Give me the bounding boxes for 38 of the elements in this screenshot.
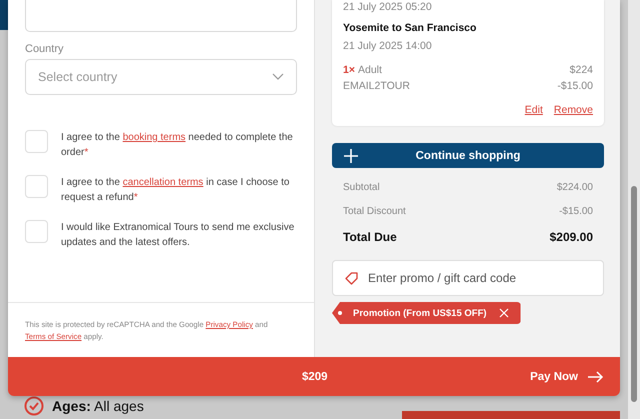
- checkbox[interactable]: [25, 220, 48, 243]
- total-value: $224.00: [556, 182, 593, 193]
- scrollbar-thumb[interactable]: [631, 186, 637, 402]
- close-icon[interactable]: [498, 308, 509, 318]
- tag-icon: [345, 272, 358, 284]
- line-amount: $224: [570, 64, 593, 76]
- chevron-down-icon: [272, 73, 284, 81]
- consent-text: I agree to the cancellation terms in case I choose to request a refund*: [61, 176, 290, 205]
- promotion-tag: Promotion (From US$15 OFF): [332, 302, 521, 324]
- item-title: Yosemite to San Francisco: [343, 22, 478, 34]
- line-label: 1× Adult: [343, 64, 382, 76]
- total-value: -$15.00: [559, 206, 593, 217]
- consent-text: I would like Extranomical Tours to send me exclusive updates and the latest offers.: [61, 221, 296, 250]
- terms-link[interactable]: booking terms: [122, 132, 186, 143]
- line-label: EMAIL2TOUR: [343, 80, 410, 92]
- scrollbar[interactable]: [628, 0, 640, 419]
- promo-code-field[interactable]: Enter promo / gift card code: [332, 260, 604, 296]
- plus-icon: [344, 148, 358, 162]
- checkbox[interactable]: [25, 130, 48, 153]
- arrow-right-icon: [588, 370, 604, 382]
- continue-shopping-button[interactable]: Continue shopping: [332, 143, 604, 168]
- pay-now-button[interactable]: Pay Now: [530, 370, 604, 382]
- total-label: Total Due: [343, 230, 397, 244]
- item-action-link[interactable]: Edit: [524, 104, 543, 116]
- field-label: Country: [25, 43, 65, 55]
- item-date: 21 July 2025 05:20: [343, 1, 433, 13]
- item-date: 21 July 2025 14:00: [343, 40, 433, 52]
- total-value: $209.00: [550, 230, 593, 244]
- consent-text: I agree to the booking terms needed to complete the order*: [61, 131, 294, 160]
- item-action-link[interactable]: Remove: [554, 104, 593, 116]
- ages-text: Ages: All ages: [52, 398, 144, 414]
- checkbox[interactable]: [25, 175, 48, 198]
- total-amount: $209: [302, 370, 328, 382]
- line-amount: -$15.00: [557, 80, 593, 92]
- total-label: Total Discount: [343, 206, 406, 217]
- terms-link[interactable]: cancellation terms: [122, 177, 204, 188]
- country-select[interactable]: Select country: [25, 59, 297, 95]
- total-label: Subtotal: [343, 182, 380, 193]
